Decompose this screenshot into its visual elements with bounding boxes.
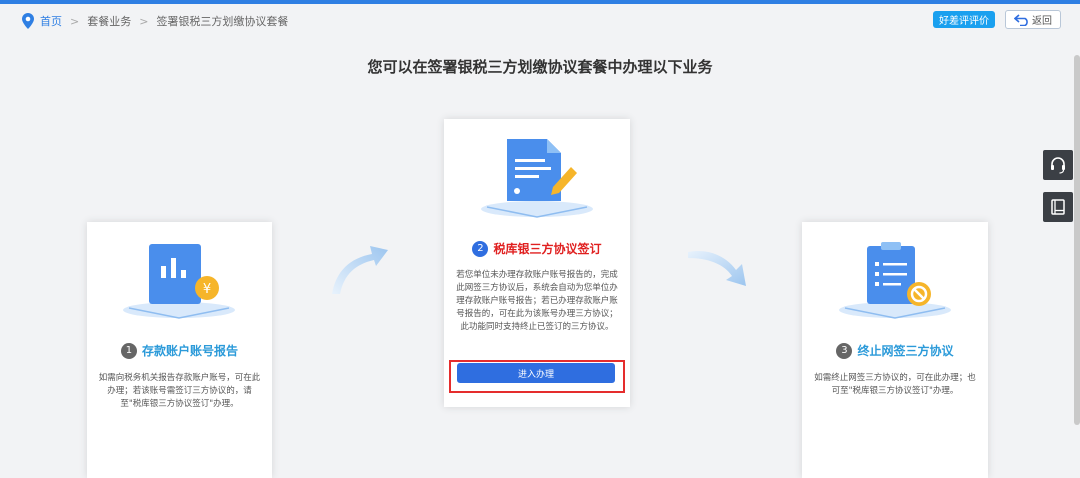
rate-button[interactable]: 好差评评价 bbox=[933, 11, 995, 28]
flow-arrow-icon bbox=[688, 250, 746, 286]
headset-icon bbox=[1051, 157, 1065, 174]
highlight-box bbox=[449, 360, 625, 393]
step-number: 3 bbox=[836, 342, 853, 359]
breadcrumb: 首页 > 套餐业务 > 签署银税三方划缴协议套餐 bbox=[22, 12, 288, 30]
flow-arrow-icon bbox=[332, 246, 388, 294]
step-number: 2 bbox=[472, 240, 489, 257]
breadcrumb-separator: > bbox=[70, 14, 80, 28]
card-deposit-account-report: ¥ 1 存款账户账号报告 如需向税务机关报告存款账户账号，可在此办理；若该账号需… bbox=[87, 222, 272, 478]
card-description: 若您单位未办理存款账户账号报告的，完成此网签三方协议后，系统会自动为您单位办理存… bbox=[456, 270, 618, 332]
step-number: 1 bbox=[120, 342, 137, 359]
page-heading: 您可以在签署银税三方划缴协议套餐中办理以下业务 bbox=[367, 58, 713, 76]
card-title[interactable]: 3 终止网签三方协议 bbox=[802, 342, 988, 359]
top-accent-bar bbox=[0, 0, 1080, 4]
breadcrumb-level1[interactable]: 套餐业务 bbox=[87, 13, 131, 29]
scrollbar[interactable] bbox=[1074, 55, 1080, 425]
svg-text:¥: ¥ bbox=[203, 282, 211, 297]
card-title[interactable]: 1 存款账户账号报告 bbox=[87, 342, 272, 359]
card-title-text: 终止网签三方协议 bbox=[857, 344, 954, 358]
card-title[interactable]: 2 税库银三方协议签订 bbox=[444, 240, 630, 257]
card-description: 如需向税务机关报告存款账户账号，可在此办理；若该账号需签订三方协议的，请至"税库… bbox=[98, 373, 261, 409]
guide-book-button[interactable] bbox=[1043, 192, 1073, 222]
back-arrow-icon bbox=[1014, 13, 1028, 26]
card-description: 如需终止网签三方协议的，可在此办理；也可至"税库银三方协议签订"办理。 bbox=[814, 373, 976, 396]
customer-service-button[interactable] bbox=[1043, 150, 1073, 180]
breadcrumb-current: 签署银税三方划缴协议套餐 bbox=[156, 15, 289, 28]
book-icon bbox=[1051, 199, 1065, 215]
card-title-text: 税库银三方协议签订 bbox=[493, 242, 602, 256]
account-report-icon: ¥ bbox=[123, 244, 235, 319]
back-button[interactable]: 返回 bbox=[1005, 10, 1061, 29]
breadcrumb-home-label: 首页 bbox=[40, 15, 62, 28]
card-title-text: 存款账户账号报告 bbox=[141, 344, 238, 358]
breadcrumb-home[interactable]: 首页 bbox=[22, 13, 62, 29]
card-terminate-agreement: 3 终止网签三方协议 如需终止网签三方协议的，可在此办理；也可至"税库银三方协议… bbox=[802, 222, 988, 478]
back-button-label: 返回 bbox=[1032, 16, 1052, 27]
agreement-sign-icon bbox=[481, 139, 593, 218]
breadcrumb-separator: > bbox=[139, 14, 149, 28]
location-pin-icon bbox=[22, 13, 34, 29]
terminate-agreement-icon bbox=[839, 242, 951, 319]
